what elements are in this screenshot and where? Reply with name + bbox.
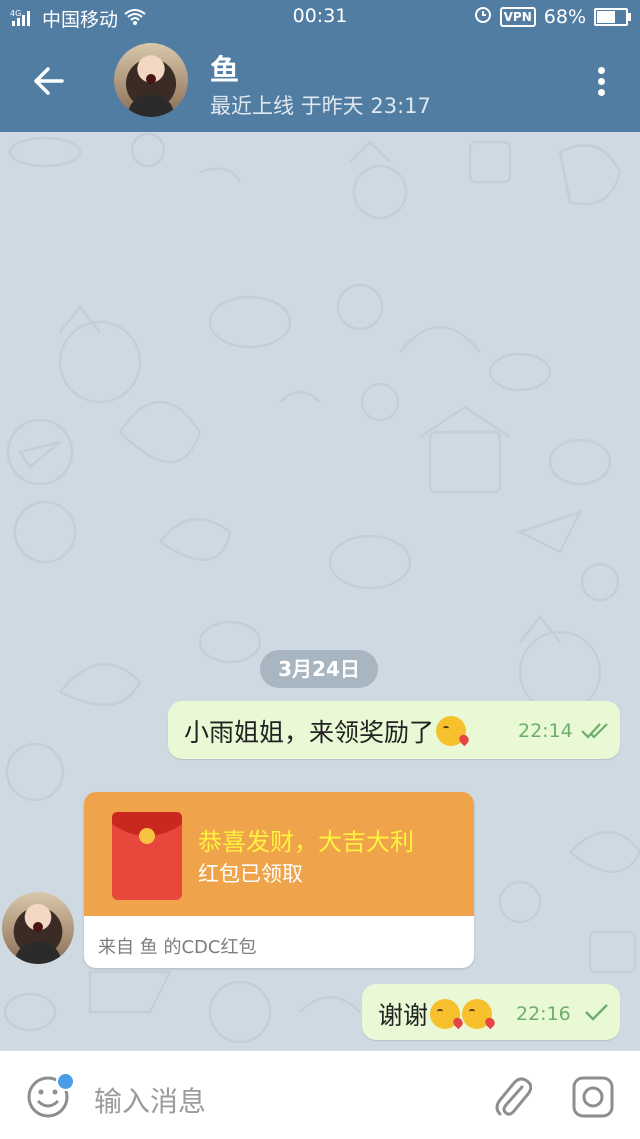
message-text: 谢谢 <box>378 1001 429 1030</box>
paperclip-icon[interactable] <box>492 1073 532 1119</box>
message-input-bar: 输入消息 <box>0 1050 640 1139</box>
camera-icon[interactable] <box>571 1075 615 1119</box>
check-icon <box>585 1004 608 1021</box>
more-vert-icon[interactable] <box>598 67 606 99</box>
vpn-badge: VPN <box>499 6 536 27</box>
message-text: 小雨姐姐，来领奖励了 <box>184 718 435 747</box>
battery-percent: 68% <box>543 5 586 28</box>
kiss-emoji-icon <box>436 716 467 746</box>
status-bar: 4G 中国移动 00:31 VPN 68% <box>0 0 640 33</box>
message-time: 22:14 <box>518 720 573 742</box>
back-button[interactable] <box>28 61 68 101</box>
contact-name[interactable]: 鱼 <box>210 47 239 89</box>
chat-header: 鱼 最近上线 于昨天 23:17 <box>0 33 640 132</box>
outgoing-message[interactable]: 小雨姐姐，来领奖励了 22:14 <box>168 701 620 759</box>
last-seen-status: 最近上线 于昨天 23:17 <box>210 94 431 118</box>
kiss-emoji-icon <box>462 999 493 1029</box>
message-time: 22:16 <box>516 1003 571 1025</box>
red-packet-status: 红包已领取 <box>198 862 303 886</box>
red-envelope-icon <box>112 812 182 900</box>
message-input[interactable]: 输入消息 <box>94 1080 206 1120</box>
red-packet-card[interactable]: 恭喜发财，大吉大利 红包已领取 来自 鱼 的CDC红包 <box>84 792 474 968</box>
red-packet-title: 恭喜发财，大吉大利 <box>198 828 414 856</box>
chat-area[interactable]: 3月24日 小雨姐姐，来领奖励了 22:14 恭喜发财，大吉大利 红包已领取 来… <box>0 132 640 1050</box>
notification-dot <box>56 1072 75 1091</box>
red-packet-banner: 恭喜发财，大吉大利 红包已领取 <box>84 792 474 916</box>
outgoing-message[interactable]: 谢谢 22:16 <box>362 984 620 1040</box>
arrow-left-icon <box>34 67 64 95</box>
battery-icon <box>594 7 631 26</box>
kiss-emoji-icon <box>430 999 461 1029</box>
sender-avatar[interactable] <box>2 892 74 964</box>
contact-avatar[interactable] <box>114 43 188 117</box>
date-divider: 3月24日 <box>260 650 378 688</box>
red-packet-source: 来自 鱼 的CDC红包 <box>98 937 257 958</box>
double-check-icon <box>581 723 608 739</box>
alarm-icon <box>474 5 492 28</box>
